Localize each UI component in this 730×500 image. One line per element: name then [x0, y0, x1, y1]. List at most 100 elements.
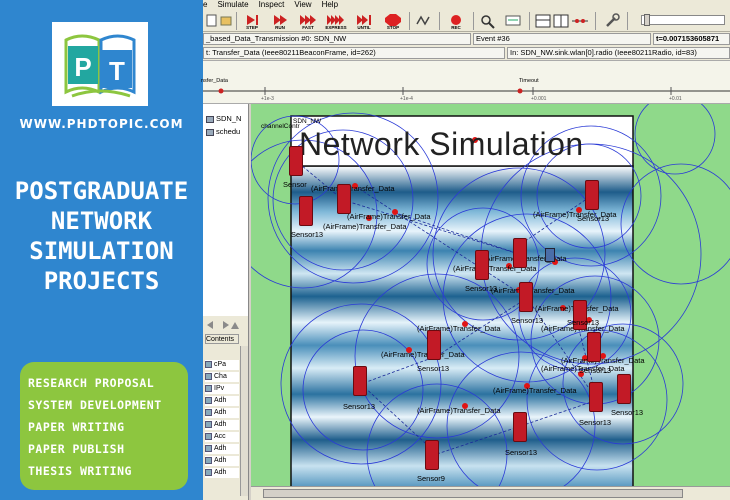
object-inspector-list: Contents cPa Cha IPv Adh Adh Adh Acc Adh…	[203, 316, 249, 500]
express-button[interactable]: EXPRESS	[323, 12, 349, 30]
network-name: _based_Data_Transmission #0: SDN_NW	[203, 33, 471, 45]
fast-button[interactable]: FAST	[295, 12, 321, 30]
menu-item-view[interactable]: View	[294, 0, 311, 10]
list-item[interactable]: IPv	[205, 384, 239, 394]
object-icon	[205, 468, 212, 476]
list-item[interactable]: Adh	[205, 396, 239, 406]
sensor-node[interactable]	[353, 366, 367, 396]
sensor-label: Sensor13	[511, 316, 544, 325]
list-item[interactable]: Adh	[205, 444, 239, 454]
until-button[interactable]: UNTIL	[351, 12, 377, 30]
sensor-label: Sensor13	[417, 364, 450, 373]
airframe-label: (AirFrame)Transfer_Data	[347, 212, 431, 221]
sensor-node[interactable]	[513, 412, 527, 442]
airframe-label: (AirFrame)Transfer_Data	[493, 386, 577, 395]
settings-wrench-icon[interactable]	[603, 12, 621, 30]
stop-button[interactable]: STOP	[383, 12, 403, 30]
sink-node[interactable]	[545, 248, 555, 262]
run-button[interactable]: RUN	[267, 12, 293, 30]
message-filter-icon[interactable]	[503, 12, 523, 30]
speed-slider-handle[interactable]	[644, 14, 650, 26]
promo-panel: P T WWW.PHDTOPIC.COM POSTGRADUATE NETWOR…	[0, 0, 203, 500]
new-icon[interactable]	[205, 12, 219, 30]
list-item[interactable]: cPa	[205, 360, 239, 370]
menu-item-inspect[interactable]: Inspect	[259, 0, 285, 10]
sensor-node[interactable]	[513, 238, 527, 268]
until-label: UNTIL	[357, 25, 371, 30]
list-item[interactable]: Acc	[205, 432, 239, 442]
sensor-node[interactable]	[299, 196, 313, 226]
status-bar: _based_Data_Transmission #0: SDN_NW Even…	[203, 32, 730, 46]
sensor-node[interactable]	[475, 250, 489, 280]
menu-item-simulate[interactable]: Simulate	[217, 0, 248, 10]
airframe-label: (AirFrame)Transfer_Data	[381, 350, 465, 359]
list-item[interactable]: Cha	[205, 372, 239, 382]
sensor-node[interactable]	[589, 382, 603, 412]
sensor-node[interactable]	[425, 440, 439, 470]
nav-arrows-icon[interactable]	[205, 320, 239, 330]
find-objects-icon[interactable]	[479, 12, 497, 30]
tree-item-scheduler[interactable]: schedu	[206, 127, 240, 136]
menu-item-help[interactable]: Help	[322, 0, 338, 10]
canvas-horizontal-scrollbar[interactable]	[251, 486, 730, 500]
object-icon	[205, 384, 212, 392]
layout-split-icon[interactable]	[553, 12, 569, 30]
sensor-node[interactable]	[289, 146, 303, 176]
list-scrollbar[interactable]	[240, 346, 248, 496]
timeline-toggle-icon[interactable]	[571, 12, 589, 30]
open-icon[interactable]	[219, 12, 233, 30]
toolbar-separator	[595, 12, 596, 30]
sim-time: t=0.007153605871	[653, 33, 730, 45]
toolbar-separator	[439, 12, 440, 30]
airframe-label: (AirFrame)Transfer_Data	[417, 406, 501, 415]
svg-text:P: P	[74, 52, 91, 82]
list-item[interactable]: Adh	[205, 408, 239, 418]
toolbar-separator	[529, 12, 530, 30]
current-module: In: SDN_NW.sink.wlan[0].radio (Ieee80211…	[507, 47, 730, 59]
timeline-tick: +1e-4	[400, 96, 413, 102]
phdtopic-logo: P T	[52, 22, 148, 106]
book-logo-icon: P T	[64, 34, 136, 98]
menu-item-file[interactable]: e	[203, 0, 207, 10]
sensor-node[interactable]	[617, 374, 631, 404]
sensor-node[interactable]	[427, 330, 441, 360]
scrollbar-thumb[interactable]	[263, 489, 683, 498]
object-icon	[205, 360, 212, 368]
headline-line: SIMULATION	[29, 237, 174, 265]
express-label: EXPRESS	[325, 25, 347, 30]
record-label: REC	[451, 25, 461, 30]
module-icon	[206, 128, 214, 136]
headline: POSTGRADUATE NETWORK SIMULATION PROJECTS	[0, 176, 203, 296]
record-button[interactable]: REC	[445, 12, 467, 30]
network-canvas[interactable]: Network Simulation channelContr SDN_NW (…	[251, 104, 730, 500]
sensor-node[interactable]	[519, 282, 533, 312]
toolbar-separator	[473, 12, 474, 30]
run-label: RUN	[275, 25, 285, 30]
eventlog-icon[interactable]	[415, 12, 433, 30]
timeline-event-label[interactable]: nsfer_Data	[201, 78, 228, 84]
sensor-label: Sensor13	[579, 418, 612, 427]
list-item[interactable]: Adh	[205, 468, 239, 478]
sensor-node[interactable]	[337, 184, 351, 214]
services-box: RESEARCH PROPOSAL SYSTEM DEVELOPMENT PAP…	[20, 362, 188, 490]
service-item: SYSTEM DEVELOPMENT	[28, 398, 162, 412]
sensor-label: Sensor13	[343, 402, 376, 411]
layout-top-icon[interactable]	[535, 12, 551, 30]
list-item[interactable]: Adh	[205, 456, 239, 466]
speed-slider[interactable]	[641, 14, 725, 26]
event-number: Event #36	[473, 33, 651, 45]
timeline-event-label[interactable]: Timeout	[519, 78, 539, 84]
list-item[interactable]: Adh	[205, 420, 239, 430]
sensor-node[interactable]	[587, 332, 601, 362]
tab-contents[interactable]: Contents	[205, 334, 239, 344]
airframe-label: (AirFrame)Transfer_Data	[311, 184, 395, 193]
message-timeline[interactable]: nsfer_Data Timeout +1e-3 +1e-4 +0.001 +0…	[201, 60, 730, 104]
object-icon	[205, 408, 212, 416]
sensor-label: Sensor13	[579, 366, 612, 375]
website-link[interactable]: WWW.PHDTOPIC.COM	[0, 117, 203, 131]
tree-item-network[interactable]: SDN_N	[206, 114, 241, 123]
service-item: THESIS WRITING	[28, 464, 132, 478]
step-button[interactable]: STEP	[239, 12, 265, 30]
service-item: PAPER WRITING	[28, 420, 125, 434]
sensor-node[interactable]	[585, 180, 599, 210]
